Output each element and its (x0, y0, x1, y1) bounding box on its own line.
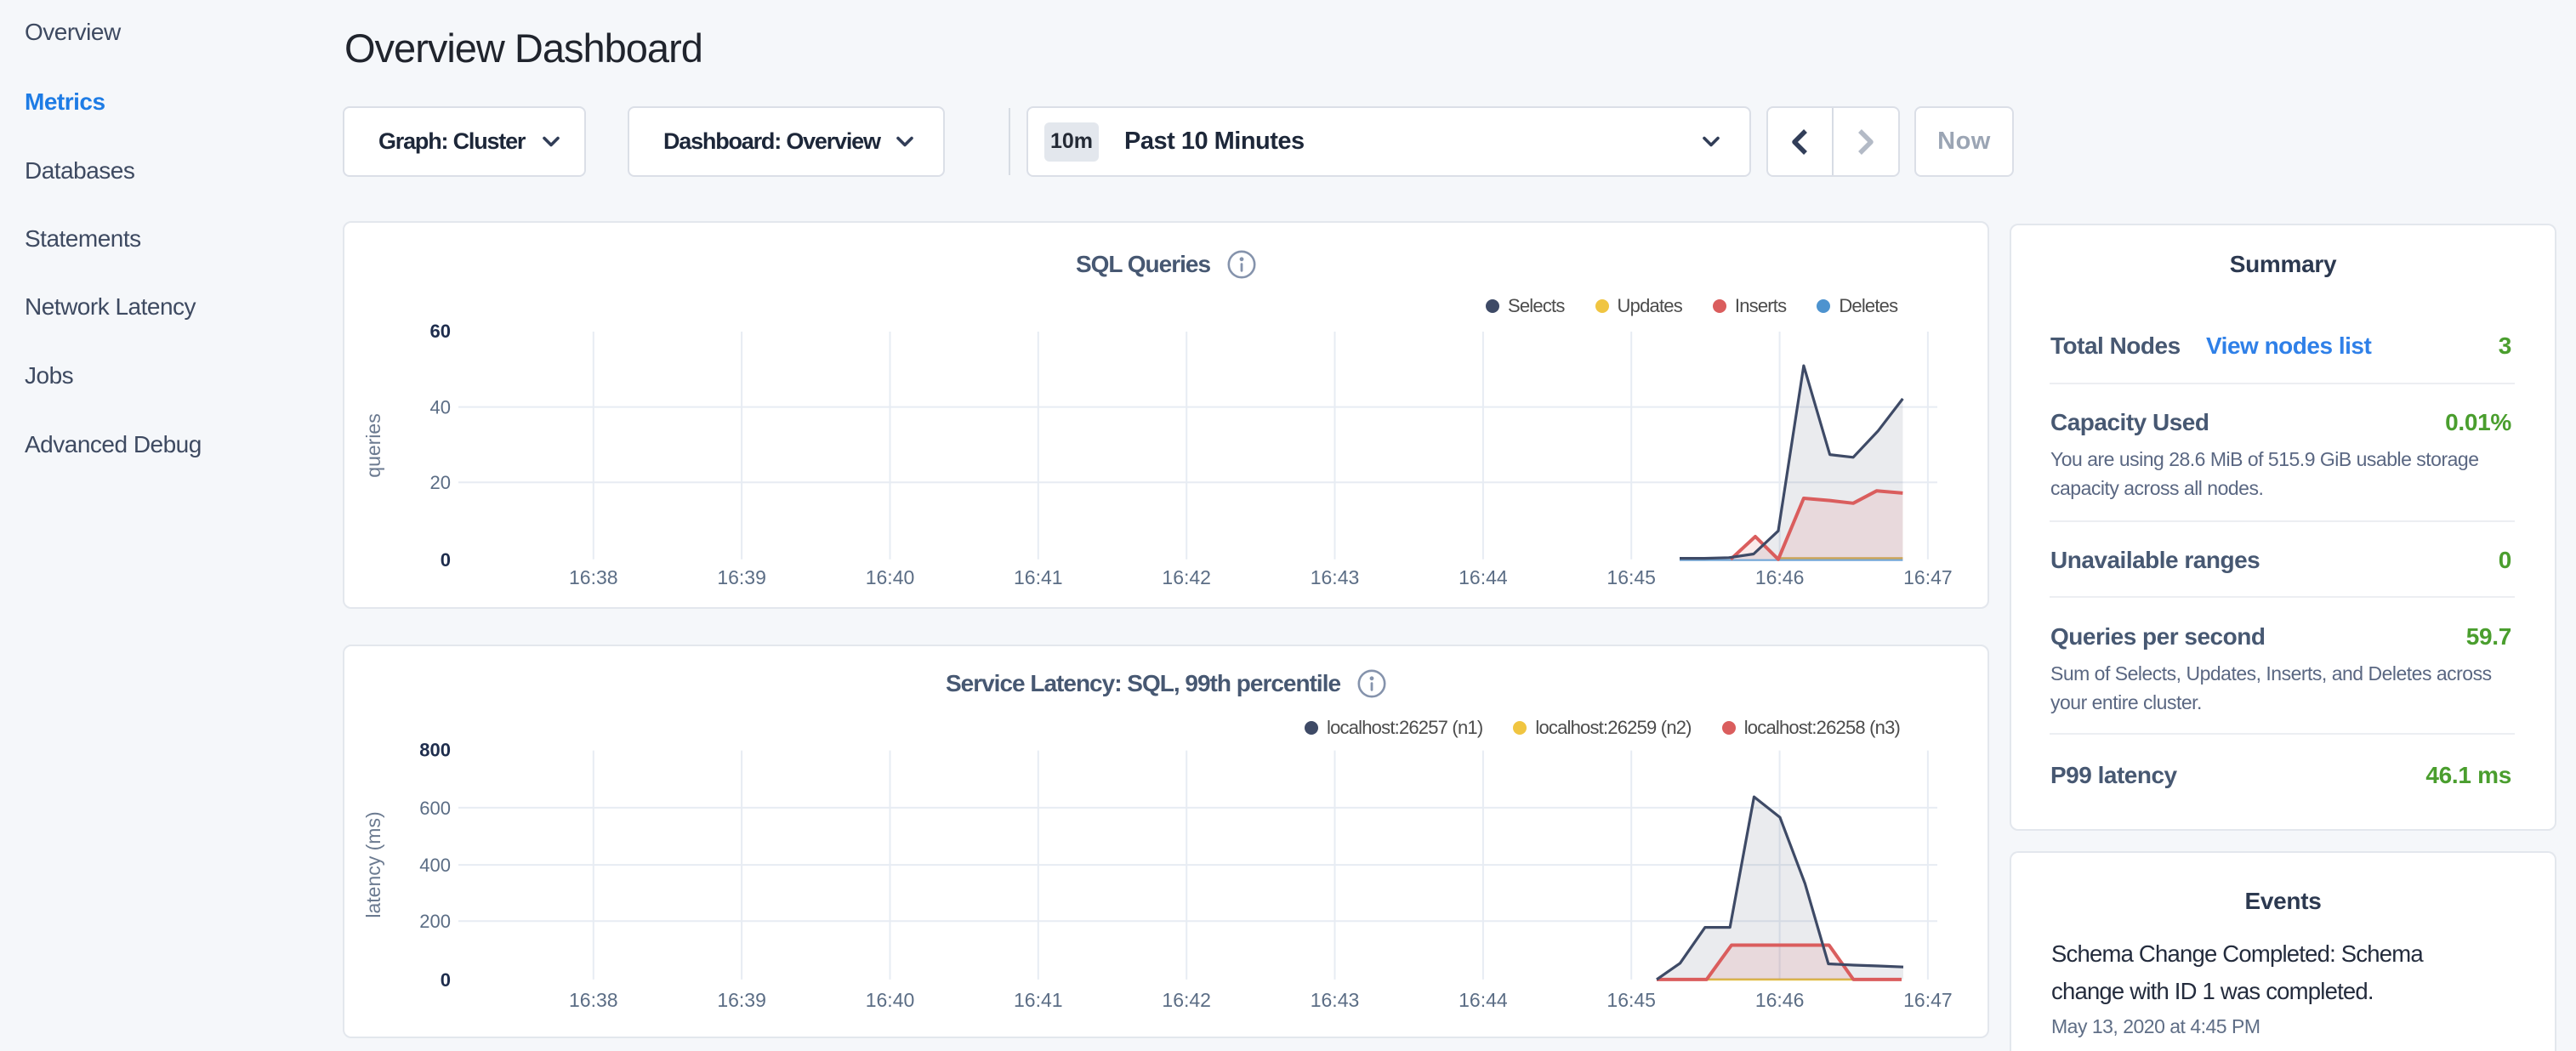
svg-text:16:40: 16:40 (866, 989, 915, 1011)
svg-text:16:39: 16:39 (717, 566, 766, 588)
svg-text:0: 0 (441, 969, 451, 991)
svg-text:16:47: 16:47 (1903, 566, 1953, 588)
svg-text:16:38: 16:38 (569, 989, 618, 1011)
svg-text:60: 60 (430, 321, 451, 342)
svg-text:16:39: 16:39 (717, 989, 766, 1011)
svg-text:16:44: 16:44 (1459, 989, 1508, 1011)
svg-text:16:46: 16:46 (1755, 566, 1805, 588)
svg-text:16:43: 16:43 (1311, 566, 1360, 588)
svg-text:16:42: 16:42 (1162, 989, 1211, 1011)
svg-text:16:44: 16:44 (1459, 566, 1508, 588)
svg-text:16:45: 16:45 (1606, 566, 1656, 588)
svg-text:16:41: 16:41 (1014, 989, 1063, 1011)
svg-text:16:38: 16:38 (569, 566, 618, 588)
svg-text:200: 200 (419, 911, 451, 932)
svg-text:queries: queries (362, 413, 384, 477)
svg-text:16:42: 16:42 (1162, 566, 1211, 588)
svg-text:16:40: 16:40 (866, 566, 915, 588)
svg-text:16:46: 16:46 (1755, 989, 1805, 1011)
svg-text:16:41: 16:41 (1014, 566, 1063, 588)
svg-text:16:47: 16:47 (1903, 989, 1953, 1011)
svg-text:400: 400 (419, 855, 451, 876)
svg-text:40: 40 (430, 397, 451, 418)
svg-text:600: 600 (419, 798, 451, 819)
svg-text:16:45: 16:45 (1606, 989, 1656, 1011)
svg-text:latency (ms): latency (ms) (362, 811, 384, 917)
svg-text:800: 800 (419, 740, 451, 761)
svg-text:20: 20 (430, 472, 451, 493)
svg-text:0: 0 (441, 549, 451, 571)
svg-text:16:43: 16:43 (1311, 989, 1360, 1011)
